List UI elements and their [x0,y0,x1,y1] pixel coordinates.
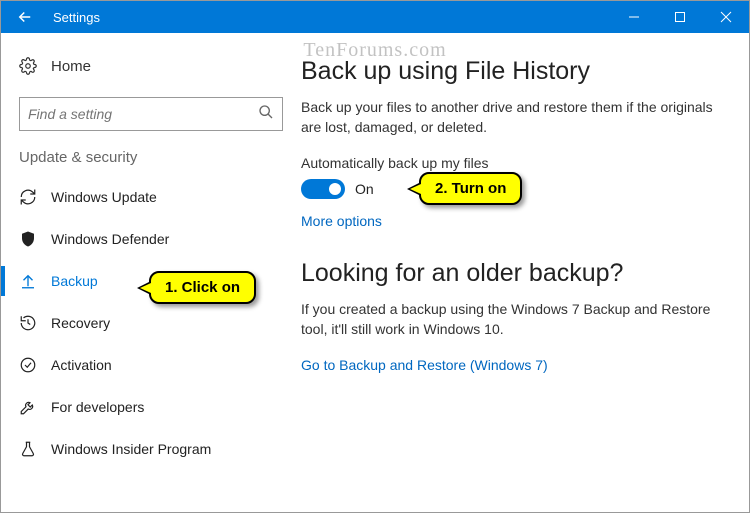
main-content: Back up using File History Back up your … [301,33,749,512]
gear-icon [19,57,37,75]
nav-item-for-developers[interactable]: For developers [1,386,301,428]
nav-item-activation[interactable]: Activation [1,344,301,386]
section-header: Update & security [1,149,301,176]
nav-list: Windows Update Windows Defender Backup R… [1,176,301,470]
section-heading-backup: Back up using File History [301,57,717,86]
nav-label: For developers [51,399,144,415]
search-box[interactable] [19,97,283,131]
nav-item-windows-defender[interactable]: Windows Defender [1,218,301,260]
section2-description: If you created a backup using the Window… [301,300,717,339]
section-description: Back up your files to another drive and … [301,98,717,137]
nav-label: Windows Defender [51,231,169,247]
sync-icon [19,188,37,206]
toggle-state-label: On [355,181,374,197]
titlebar: Settings [1,1,749,33]
auto-backup-label: Automatically back up my files [301,155,717,171]
close-button[interactable] [703,1,749,33]
flask-icon [19,440,37,458]
maximize-button[interactable] [657,1,703,33]
history-icon [19,314,37,332]
upload-icon [19,272,37,290]
annotation-callout-1: 1. Click on [149,271,256,304]
home-label: Home [51,58,91,75]
check-icon [19,356,37,374]
nav-item-windows-update[interactable]: Windows Update [1,176,301,218]
tools-icon [19,398,37,416]
nav-label: Activation [51,357,112,373]
nav-item-recovery[interactable]: Recovery [1,302,301,344]
section-heading-older-backup: Looking for an older backup? [301,259,717,288]
nav-label: Backup [51,273,98,289]
search-icon [258,104,274,125]
nav-label: Windows Insider Program [51,441,211,457]
auto-backup-toggle[interactable] [301,179,345,199]
nav-item-insider[interactable]: Windows Insider Program [1,428,301,470]
home-nav[interactable]: Home [1,49,301,83]
search-input[interactable] [28,106,248,122]
nav-label: Windows Update [51,189,157,205]
shield-icon [19,230,37,248]
window-controls [611,1,749,33]
sidebar: Home Update & security Windows Update Wi… [1,33,301,512]
minimize-button[interactable] [611,1,657,33]
back-button[interactable] [1,1,49,33]
backup-restore-link[interactable]: Go to Backup and Restore (Windows 7) [301,357,548,373]
more-options-link[interactable]: More options [301,213,382,229]
annotation-callout-2: 2. Turn on [419,172,522,205]
nav-label: Recovery [51,315,110,331]
window-title: Settings [53,10,100,25]
